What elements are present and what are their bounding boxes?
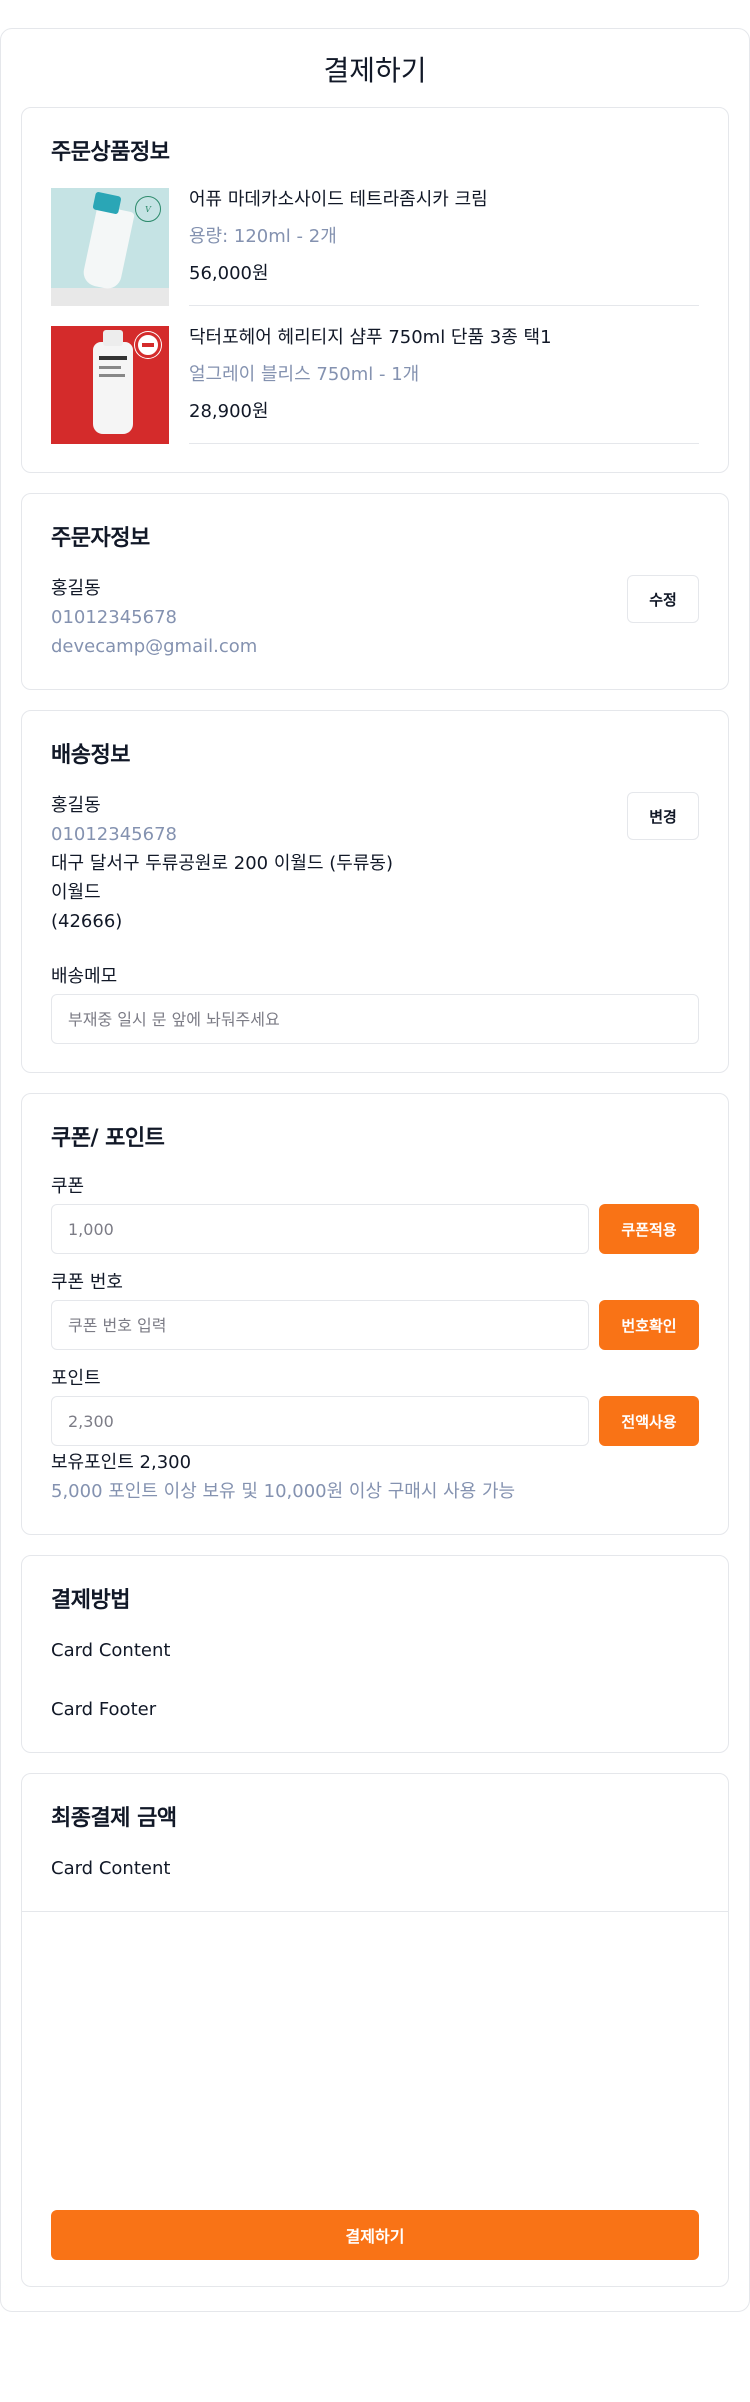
product-price: 28,900원 (189, 401, 269, 422)
payment-method-footer: Card Footer (51, 1699, 157, 1720)
edit-orderer-button[interactable]: 수정 (627, 575, 699, 623)
recipient-phone: 01012345678 (51, 824, 177, 845)
payment-method-card: 결제방법 Card Content Card Footer (21, 1555, 729, 1753)
checkout-page: 결제하기 주문상품정보 V 어퓨 마데카소사이드 테트라좀시카 크림 용량: 1… (0, 28, 750, 2312)
product-name: 어퓨 마데카소사이드 테트라좀시카 크림 (189, 189, 488, 210)
product-item: V 어퓨 마데카소사이드 테트라좀시카 크림 용량: 120ml - 2개 56… (51, 188, 699, 306)
coupon-input[interactable] (51, 1204, 589, 1254)
product-price: 56,000원 (189, 263, 269, 284)
final-amount-card: 최종결제 금액 Card Content 결제하기 (21, 1773, 729, 2287)
use-all-points-button[interactable]: 전액사용 (599, 1396, 699, 1446)
product-image-shampoo (51, 326, 169, 444)
orderer-name: 홍길동 (51, 578, 101, 599)
orderer-email: devecamp@gmail.com (51, 636, 258, 657)
orderer-card: 주문자정보 홍길동 01012345678 devecamp@gmail.com… (21, 493, 729, 690)
point-label: 포인트 (51, 1368, 101, 1389)
orderer-phone: 01012345678 (51, 607, 177, 628)
change-address-button[interactable]: 변경 (627, 792, 699, 840)
point-input[interactable] (51, 1396, 589, 1446)
recipient-name: 홍길동 (51, 795, 101, 816)
final-amount-title: 최종결제 금액 (51, 1806, 177, 1831)
shipping-title: 배송정보 (51, 743, 130, 768)
shipping-zipcode: (42666) (51, 911, 123, 932)
memo-label: 배송메모 (51, 966, 118, 987)
owned-points: 보유포인트 2,300 (51, 1452, 192, 1473)
payment-method-title: 결제방법 (51, 1588, 130, 1613)
orderer-title: 주문자정보 (51, 526, 150, 551)
payment-method-content: Card Content (51, 1640, 171, 1661)
badge-icon (135, 332, 161, 358)
shipping-address: 대구 달서구 두류공원로 200 이월드 (두류동) (51, 853, 393, 874)
point-notice: 5,000 포인트 이상 보유 및 10,000원 이상 구매시 사용 가능 (51, 1481, 516, 1502)
delivery-memo-input[interactable] (51, 994, 699, 1044)
coupon-point-title: 쿠폰/ 포인트 (51, 1126, 165, 1151)
coupon-code-input[interactable] (51, 1300, 589, 1350)
shipping-address-detail: 이월드 (51, 882, 101, 903)
shipping-card: 배송정보 홍길동 01012345678 대구 달서구 두류공원로 200 이월… (21, 710, 729, 1073)
order-items-card: 주문상품정보 V 어퓨 마데카소사이드 테트라좀시카 크림 용량: 120ml … (21, 107, 729, 473)
vegan-badge-icon: V (135, 196, 161, 222)
coupon-code-label: 쿠폰 번호 (51, 1272, 123, 1293)
coupon-label: 쿠폰 (51, 1176, 85, 1197)
final-amount-content: Card Content (51, 1858, 171, 1879)
product-image-cream: V (51, 188, 169, 306)
apply-coupon-button[interactable]: 쿠폰적용 (599, 1204, 699, 1254)
page-title: 결제하기 (323, 54, 427, 87)
product-option: 얼그레이 블리스 750ml - 1개 (189, 364, 420, 385)
coupon-point-card: 쿠폰/ 포인트 쿠폰 쿠폰적용 쿠폰 번호 번호확인 포인트 전액사용 보유포인… (21, 1093, 729, 1535)
product-name: 닥터포헤어 헤리티지 샴푸 750ml 단품 3종 택1 (189, 327, 552, 348)
product-item: 닥터포헤어 헤리티지 샴푸 750ml 단품 3종 택1 얼그레이 블리스 75… (51, 326, 699, 444)
product-option: 용량: 120ml - 2개 (189, 226, 337, 247)
order-items-title: 주문상품정보 (51, 140, 170, 165)
pay-button[interactable]: 결제하기 (51, 2210, 699, 2260)
verify-code-button[interactable]: 번호확인 (599, 1300, 699, 1350)
